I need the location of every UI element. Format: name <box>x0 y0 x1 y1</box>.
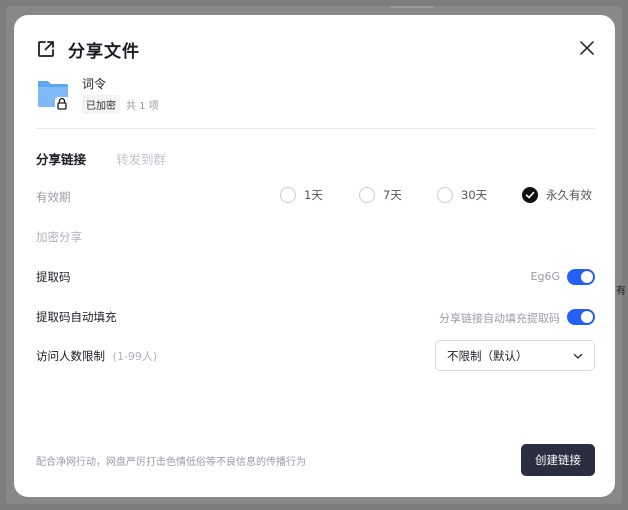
auto-fill-description: 分享链接自动填充提取码 <box>439 312 560 325</box>
chevron-down-icon <box>573 353 583 359</box>
close-icon[interactable] <box>579 40 595 56</box>
extract-code-toggle[interactable] <box>567 269 595 285</box>
extract-code-label: 提取码 <box>36 270 71 284</box>
auto-fill-toggle[interactable] <box>567 309 595 325</box>
share-external-icon <box>38 41 54 57</box>
auto-fill-label: 提取码自动填充 <box>36 310 117 324</box>
visitor-limit-range: (1-99人) <box>112 350 158 363</box>
radio-circle <box>359 187 375 203</box>
visitor-limit-label: 访问人数限制 <box>36 349 105 363</box>
create-link-button[interactable]: 创建链接 <box>521 444 595 476</box>
radio-circle <box>280 187 296 203</box>
validity-option-7days[interactable]: 7天 <box>359 187 402 203</box>
file-name: 词令 <box>82 77 107 91</box>
encrypted-badge: 已加密 <box>82 95 120 114</box>
validity-option-1day[interactable]: 1天 <box>280 187 323 203</box>
file-summary: 词令 已加密 共 1 项 <box>36 75 159 114</box>
radio-checked-icon <box>522 187 538 203</box>
share-dialog: 分享文件 词令 已加密 共 1 项 分享链接 转发到群 有效期 1天 7天 30… <box>14 15 615 497</box>
dialog-title: 分享文件 <box>68 41 140 62</box>
dialog-header: 分享文件 <box>36 37 140 62</box>
encrypt-share-label: 加密分享 <box>36 230 82 244</box>
visitor-limit-select[interactable]: 不限制（默认） <box>435 340 595 371</box>
background-tab-indicator <box>390 6 434 8</box>
radio-circle <box>437 187 453 203</box>
validity-label: 有效期 <box>36 190 71 204</box>
policy-note: 配合净网行动，网盘严厉打击色情低俗等不良信息的传播行为 <box>36 457 306 468</box>
visitor-limit-row: 访问人数限制 (1-99人) <box>36 348 157 364</box>
visitor-limit-value: 不限制（默认） <box>447 348 528 363</box>
tab-forward-to-group[interactable]: 转发到群 <box>116 149 166 168</box>
share-tabs: 分享链接 转发到群 <box>36 149 196 168</box>
divider <box>36 128 595 129</box>
validity-option-permanent[interactable]: 永久有效 <box>522 187 592 203</box>
extract-code-value[interactable]: Eg6G <box>514 270 560 283</box>
item-count: 共 1 项 <box>126 101 159 112</box>
folder-icon <box>36 75 70 111</box>
tab-share-link[interactable]: 分享链接 <box>36 149 86 168</box>
background-text: 有 <box>616 286 626 297</box>
validity-option-30days[interactable]: 30天 <box>437 187 487 203</box>
